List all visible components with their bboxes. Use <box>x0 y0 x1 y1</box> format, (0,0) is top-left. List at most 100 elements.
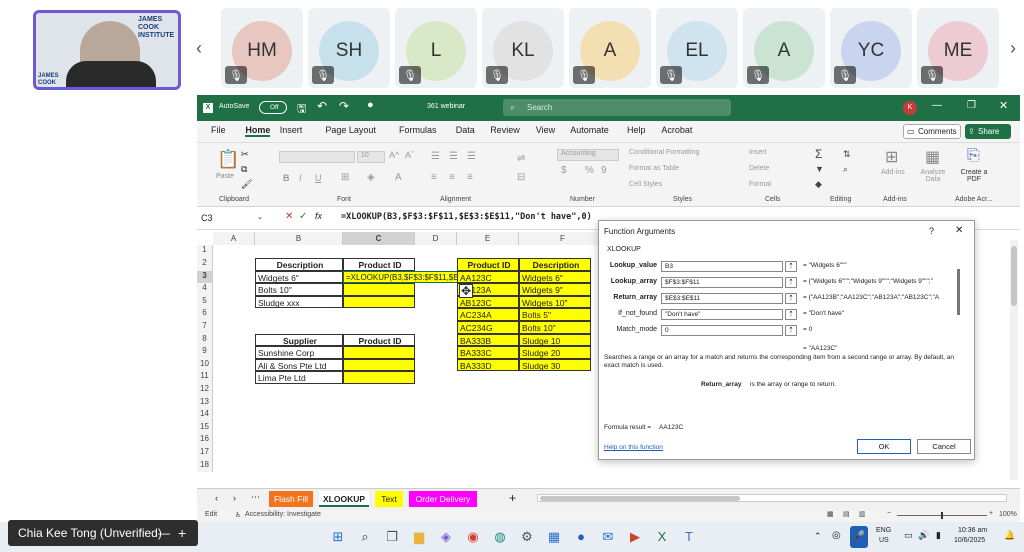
redo-icon[interactable]: ↷ <box>339 99 349 113</box>
table2-header-supplier[interactable]: Supplier <box>255 333 343 347</box>
store-icon[interactable]: ▦ <box>546 529 562 545</box>
column-header[interactable]: B <box>255 232 343 245</box>
column-header[interactable]: F <box>519 232 607 245</box>
cell-c4[interactable] <box>343 283 415 296</box>
name-box[interactable]: C3 <box>201 211 265 226</box>
insert-cells-button[interactable]: Insert <box>749 149 767 156</box>
cell-b4[interactable]: Bolts 10" <box>255 283 343 296</box>
search-box[interactable]: ⌕ Search <box>503 99 731 116</box>
tab-help[interactable]: Help <box>627 125 646 135</box>
zoom-slider-thumb[interactable] <box>941 512 943 519</box>
row-header[interactable]: 15 <box>197 421 213 435</box>
collapse-dialog-icon[interactable]: ⇡ <box>785 325 797 336</box>
normal-view-icon[interactable]: ▦ <box>827 510 834 518</box>
save-icon[interactable]: 🖫 <box>297 100 306 119</box>
format-cells-button[interactable]: Format <box>749 181 771 188</box>
name-box-dropdown-icon[interactable]: ⌄ <box>257 213 263 221</box>
tab-page-layout[interactable]: Page Layout <box>325 125 376 135</box>
battery-icon[interactable]: ▮ <box>936 530 941 541</box>
horizontal-scroll-thumb[interactable] <box>540 496 740 501</box>
lookup-description[interactable]: Sludge 10 <box>519 333 591 347</box>
arg-input[interactable]: $E$3:$E$11 <box>661 293 783 304</box>
copy-icon[interactable]: ⧉ <box>241 164 247 175</box>
undo-icon[interactable]: ↶ <box>317 99 327 113</box>
lookup-product-id[interactable]: BA333D <box>457 358 519 372</box>
lookup-description[interactable]: Bolts 5" <box>519 308 591 321</box>
edge-icon[interactable]: ◍ <box>492 529 508 545</box>
excel-icon[interactable]: X <box>654 529 670 545</box>
meeting-tray-icon[interactable]: ◎ <box>832 530 841 541</box>
account-avatar[interactable]: K <box>903 101 917 115</box>
restore-icon[interactable]: ❐ <box>967 100 976 111</box>
wrap-text-icon[interactable]: ⇌ <box>517 153 525 164</box>
analyze-data-icon[interactable]: ▦ <box>925 147 940 167</box>
status-accessibility[interactable]: Accessibility: Investigate <box>245 511 321 518</box>
column-header[interactable]: C <box>343 232 415 245</box>
teams-icon[interactable]: T <box>681 529 697 545</box>
conditional-formatting-button[interactable]: Conditional Formatting <box>629 149 699 156</box>
help-link[interactable]: Help on this function <box>604 444 663 451</box>
find-icon[interactable]: ⌕ <box>843 164 848 175</box>
cell-styles-button[interactable]: Cell Styles <box>629 181 662 188</box>
delete-cells-button[interactable]: Delete <box>749 165 769 172</box>
comma-icon[interactable]: 9 <box>601 165 607 176</box>
lookup-product-id[interactable]: BA333C <box>457 346 519 359</box>
currency-icon[interactable]: $ <box>561 165 567 176</box>
lookup-description[interactable]: Bolts 10" <box>519 321 591 334</box>
clock-date[interactable]: 10/6/2025 <box>954 537 985 544</box>
align-center-icon[interactable]: ≡ <box>449 172 455 183</box>
font-name-box[interactable] <box>279 151 355 163</box>
row-header[interactable]: 13 <box>197 396 213 410</box>
worksheet-grid[interactable]: ABCDEF 1 2 3 4 5 6 7 8 9 10 11 12 13 14 15 16 17 18 Descr… <box>197 230 607 486</box>
minimize-self-icon[interactable]: — <box>158 520 170 546</box>
strip-prev-arrow-icon[interactable]: ‹ <box>196 38 202 59</box>
sort-filter-icon[interactable]: ⇅ <box>843 149 851 160</box>
prev-sheet-icon[interactable]: ‹ <box>215 493 218 503</box>
table2-header-product-id[interactable]: Product ID <box>343 333 415 347</box>
participant-tile[interactable]: L 🎙 <box>395 8 477 88</box>
arg-input[interactable]: 0 <box>661 325 783 336</box>
network-icon[interactable]: ▭ <box>904 530 913 541</box>
participant-tile[interactable]: KL 🎙 <box>482 8 564 88</box>
arg-input[interactable]: B3 <box>661 261 783 272</box>
participant-tile[interactable]: ME 🎙 <box>917 8 999 88</box>
help-icon[interactable]: ? <box>929 226 934 236</box>
row-header[interactable]: 5 <box>197 295 213 309</box>
collapse-dialog-icon[interactable]: ⇡ <box>785 309 797 320</box>
table1-header-description[interactable]: Description <box>255 258 343 271</box>
lookup-product-id[interactable]: AC234A <box>457 308 519 321</box>
arg-input[interactable]: "Don't have" <box>661 309 783 320</box>
format-as-table-button[interactable]: Format as Table <box>629 165 679 172</box>
borders-icon[interactable]: ⊞ <box>341 172 349 183</box>
comments-button[interactable]: ▭ Comments <box>903 124 961 139</box>
sheet-tab[interactable]: Text <box>375 491 403 507</box>
tab-automate[interactable]: Automate <box>570 125 609 135</box>
record-icon[interactable]: ● <box>367 99 374 111</box>
format-painter-icon[interactable]: 🖌 <box>241 179 252 190</box>
participant-tile[interactable]: YC 🎙 <box>830 8 912 88</box>
next-sheet-icon[interactable]: › <box>233 493 236 503</box>
autosave-toggle[interactable]: Off <box>259 101 287 114</box>
paste-icon[interactable]: 📋 <box>217 149 239 170</box>
collapse-dialog-icon[interactable]: ⇡ <box>785 277 797 288</box>
sheet-tab[interactable]: Flash Fill <box>269 491 313 507</box>
row-header[interactable]: 6 <box>197 308 213 321</box>
fill-icon[interactable]: ▼ <box>815 164 824 174</box>
zoom-icon[interactable]: ● <box>573 529 589 545</box>
cell-c5[interactable] <box>343 295 415 309</box>
lookup-description[interactable]: Widgets 10" <box>519 295 591 309</box>
collapse-dialog-icon[interactable]: ⇡ <box>785 261 797 272</box>
align-right-icon[interactable]: ≡ <box>467 172 473 183</box>
row-header[interactable]: 8 <box>197 333 213 347</box>
underline-icon[interactable]: U <box>315 173 322 183</box>
task-view-icon[interactable]: ❐ <box>384 529 400 545</box>
participant-tile[interactable]: EL 🎙 <box>656 8 738 88</box>
sheet-tab[interactable]: Order Delivery <box>409 491 477 507</box>
page-break-view-icon[interactable]: ▥ <box>859 510 866 518</box>
row-header[interactable]: 11 <box>197 371 213 384</box>
file-explorer-icon[interactable]: ▆ <box>411 529 427 545</box>
lookup-product-id[interactable]: BA333B <box>457 333 519 347</box>
row-header[interactable]: 1 <box>197 245 213 258</box>
addins-icon[interactable]: ⊞ <box>885 147 898 167</box>
row-header[interactable]: 17 <box>197 447 213 460</box>
